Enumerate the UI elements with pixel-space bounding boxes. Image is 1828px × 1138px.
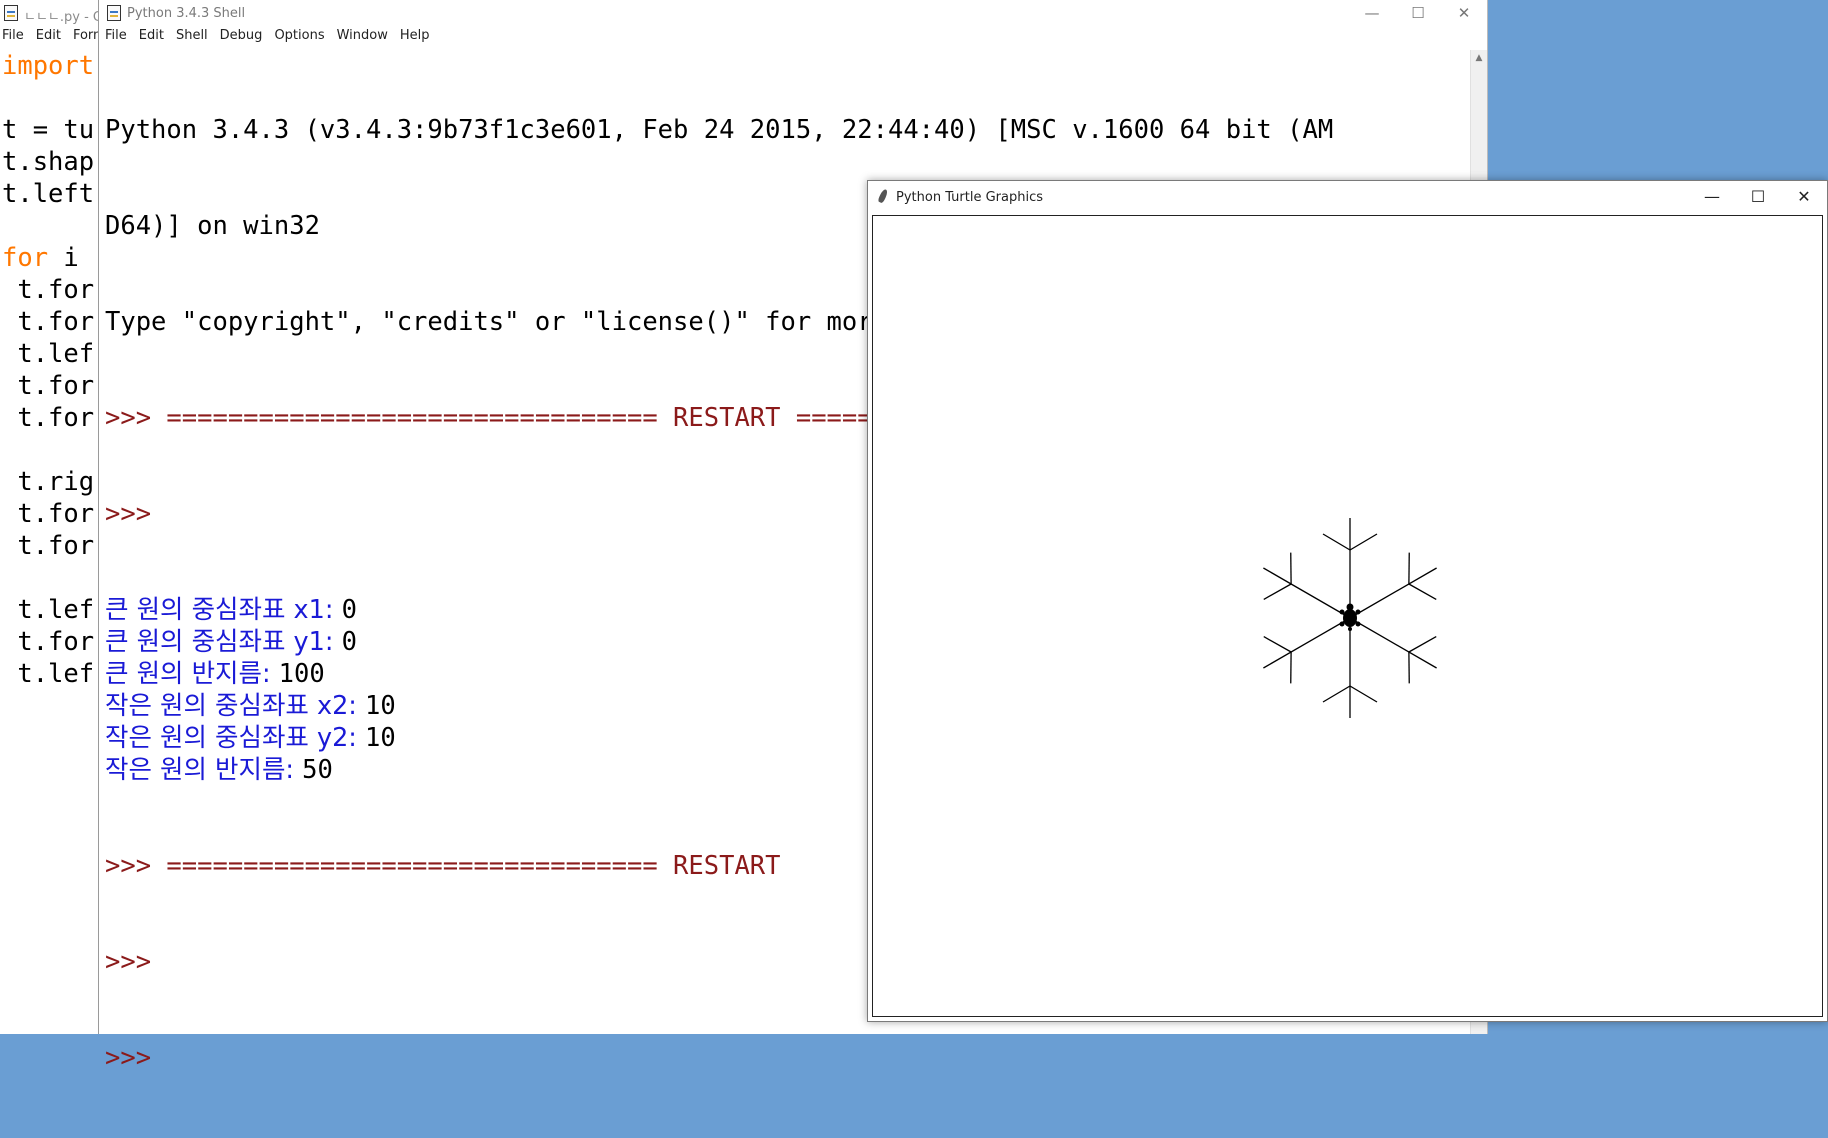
code-text: t.for: [2, 627, 95, 657]
editor-code-line: t.lef: [2, 594, 94, 626]
turtle-maximize-button[interactable]: ☐: [1735, 181, 1781, 214]
editor-code-line: [2, 210, 94, 242]
editor-code-line: import: [2, 50, 94, 82]
editor-menu-format[interactable]: Forma: [73, 28, 98, 43]
shell-menubar: File Edit Shell Debug Options Window Help: [99, 28, 1487, 50]
code-text: t.for: [2, 307, 95, 337]
python-shell-icon: [107, 5, 121, 21]
code-text: t.left: [2, 179, 95, 209]
turtle-minimize-button[interactable]: —: [1689, 181, 1735, 214]
shell-menu-shell[interactable]: Shell: [176, 28, 208, 43]
python-file-icon: [4, 5, 18, 21]
editor-code-line: [2, 434, 94, 466]
editor-code-line: t.for: [2, 306, 94, 338]
editor-title: ㄴㄴㄴ.py - C: [24, 10, 102, 25]
code-keyword: import: [2, 51, 95, 81]
editor-menu-file[interactable]: File: [2, 28, 24, 43]
shell-banner-line1: Python 3.4.3 (v3.4.3:9b73f1c3e601, Feb 2…: [105, 115, 1334, 145]
code-text: t.for: [2, 371, 95, 401]
editor-code-line: t.left: [2, 178, 94, 210]
code-text: t.rig: [2, 467, 95, 497]
input-prompt-label: 큰 원의 중심좌표 y1:: [105, 627, 342, 657]
code-text: t.for: [2, 499, 95, 529]
snowflake-arm: [1322, 518, 1378, 618]
editor-code-line: t.for: [2, 530, 94, 562]
editor-menubar: File Edit Forma: [0, 28, 98, 50]
turtle-titlebar[interactable]: Python Turtle Graphics — ☐ ✕: [868, 181, 1827, 214]
shell-title: Python 3.4.3 Shell: [127, 6, 246, 21]
turtle-close-button[interactable]: ✕: [1781, 181, 1827, 214]
input-value: 100: [278, 659, 325, 689]
code-text: t.for: [2, 403, 95, 433]
input-prompt-label: 작은 원의 반지름:: [105, 755, 303, 785]
snowflake-arm: [1263, 617, 1351, 684]
shell-menu-options[interactable]: Options: [274, 28, 324, 43]
shell-close-button[interactable]: ✕: [1441, 0, 1487, 28]
shell-prompt-active[interactable]: >>>: [105, 1042, 1333, 1074]
input-prompt-label: 큰 원의 중심좌표 x1:: [105, 595, 342, 625]
editor-code-line: t.rig: [2, 466, 94, 498]
input-value: 50: [302, 755, 333, 785]
input-prompt-label: 작은 원의 중심좌표 x2:: [105, 691, 366, 721]
shell-minimize-button[interactable]: —: [1349, 0, 1395, 28]
editor-code-line: t.lef: [2, 658, 94, 690]
snowflake-arm: [1322, 618, 1378, 718]
shell-menu-debug[interactable]: Debug: [220, 28, 263, 43]
editor-titlebar[interactable]: ㄴㄴㄴ.py - C: [0, 0, 102, 28]
input-prompt-label: 큰 원의 반지름:: [105, 659, 279, 689]
editor-menu-edit[interactable]: Edit: [36, 28, 61, 43]
snowflake-arm: [1349, 617, 1437, 684]
snowflake-drawing: [1263, 518, 1437, 718]
editor-code-area[interactable]: import t = tu t.shap t.left for i t.for t.fo…: [2, 50, 94, 690]
input-value: 10: [365, 691, 396, 721]
code-keyword: for: [2, 243, 49, 273]
editor-code-line: t.for: [2, 274, 94, 306]
code-text: t.shap: [2, 147, 95, 177]
input-prompt-label: 작은 원의 중심좌표 y2:: [105, 723, 366, 753]
snowflake-arm: [1349, 552, 1437, 619]
code-text: t.lef: [2, 339, 95, 369]
editor-code-line: for i: [2, 242, 94, 274]
editor-window: ㄴㄴㄴ.py - C File Edit Forma import t = tut.s…: [0, 0, 102, 1034]
code-text: i: [48, 243, 79, 273]
code-text: t.for: [2, 531, 95, 561]
turtle-canvas[interactable]: [872, 215, 1823, 1017]
shell-menu-help[interactable]: Help: [400, 28, 430, 43]
editor-code-line: t.shap: [2, 146, 94, 178]
code-text: t.lef: [2, 659, 95, 689]
turtle-icon: [1339, 603, 1361, 631]
editor-code-line: [2, 82, 94, 114]
input-value: 0: [341, 595, 357, 625]
editor-code-line: t.for: [2, 498, 94, 530]
feather-icon: [877, 188, 889, 204]
shell-menu-window[interactable]: Window: [337, 28, 388, 43]
scroll-up-arrow-icon[interactable]: ▲: [1471, 50, 1487, 66]
input-value: 0: [341, 627, 357, 657]
editor-code-line: t = tu: [2, 114, 94, 146]
editor-code-line: t.lef: [2, 338, 94, 370]
input-value: 10: [365, 723, 396, 753]
editor-code-line: t.for: [2, 370, 94, 402]
editor-code-line: t.for: [2, 402, 94, 434]
snowflake-arm: [1263, 552, 1351, 619]
shell-menu-edit[interactable]: Edit: [139, 28, 164, 43]
turtle-window: Python Turtle Graphics — ☐ ✕: [867, 180, 1828, 1022]
code-text: t = tu: [2, 115, 95, 145]
shell-titlebar[interactable]: Python 3.4.3 Shell — ☐ ✕: [99, 0, 1487, 28]
code-text: t.lef: [2, 595, 95, 625]
shell-maximize-button[interactable]: ☐: [1395, 0, 1441, 28]
editor-code-line: [2, 562, 94, 594]
turtle-title: Python Turtle Graphics: [896, 190, 1043, 205]
shell-menu-file[interactable]: File: [105, 28, 127, 43]
code-text: t.for: [2, 275, 95, 305]
editor-code-line: t.for: [2, 626, 94, 658]
